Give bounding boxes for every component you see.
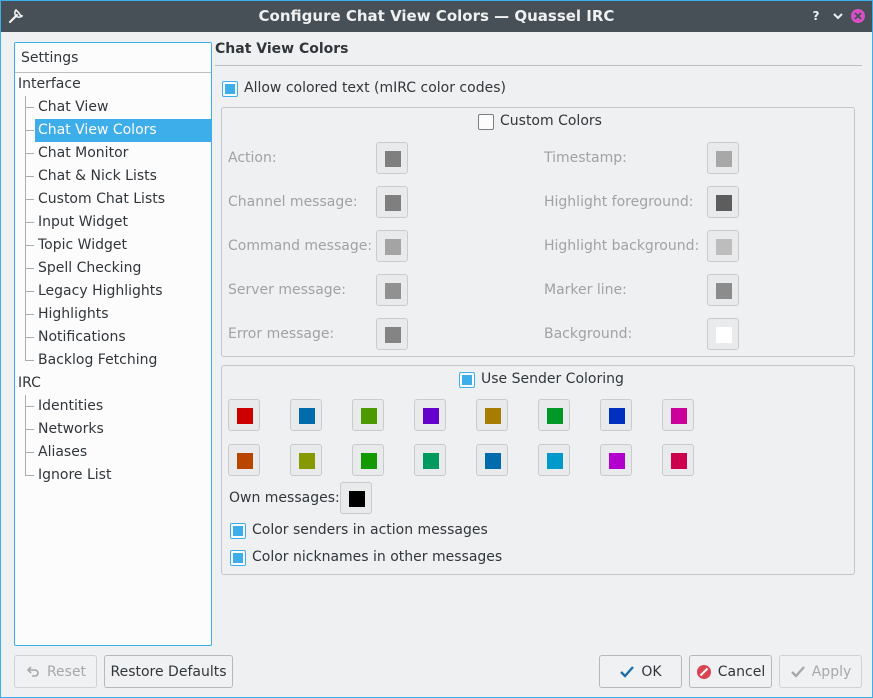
custom-colors-group [221, 107, 855, 357]
own-messages-color-button[interactable] [340, 482, 372, 514]
channel-message-color-button[interactable] [376, 186, 408, 218]
custom-colors-checkbox[interactable] [478, 114, 494, 130]
action-color-label: Action: [228, 150, 277, 166]
sender-color-button[interactable] [662, 399, 694, 431]
tree-item-topic-widget[interactable]: Topic Widget [38, 234, 127, 257]
sender-color-button[interactable] [662, 444, 694, 476]
sender-color-button[interactable] [600, 444, 632, 476]
own-messages-label: Own messages: [229, 490, 340, 506]
ok-label: OK [641, 663, 662, 680]
tree-item-chat-monitor[interactable]: Chat Monitor [38, 142, 128, 165]
cancel-label: Cancel [717, 663, 766, 680]
cancel-icon [696, 664, 711, 679]
sender-color-button[interactable] [290, 444, 322, 476]
tree-item-highlights[interactable]: Highlights [38, 303, 109, 326]
reset-label: Reset [46, 663, 87, 680]
marker-line-color-label: Marker line: [544, 282, 627, 298]
restore-defaults-button[interactable]: Restore Defaults [104, 655, 233, 688]
allow-colored-text-label[interactable]: Allow colored text (mIRC color codes) [244, 80, 506, 96]
reset-button[interactable]: Reset [14, 655, 97, 688]
highlight-foreground-color-button[interactable] [707, 186, 739, 218]
background-color-label: Background: [544, 326, 633, 342]
window-title: Configure Chat View Colors — Quassel IRC [258, 7, 615, 25]
tree-item-notifications[interactable]: Notifications [38, 326, 126, 349]
sender-color-button[interactable] [538, 399, 570, 431]
close-button[interactable] [851, 9, 865, 23]
tree-item-networks[interactable]: Networks [38, 418, 104, 441]
ok-button[interactable]: OK [599, 655, 682, 688]
tree-group-irc[interactable]: IRC [18, 372, 41, 395]
undo-icon [26, 665, 39, 677]
tree-item-chat-nick-lists[interactable]: Chat & Nick Lists [38, 165, 157, 188]
sender-color-button[interactable] [414, 444, 446, 476]
tree-item-chat-view[interactable]: Chat View [38, 96, 108, 119]
tree-header: Settings [15, 43, 211, 73]
timestamp-color-label: Timestamp: [544, 150, 627, 166]
server-message-color-label: Server message: [228, 282, 346, 298]
page-title: Chat View Colors [215, 41, 349, 57]
highlight-foreground-color-label: Highlight foreground: [544, 194, 694, 210]
error-message-color-label: Error message: [228, 326, 335, 342]
close-icon [854, 12, 862, 20]
action-color-button[interactable] [376, 142, 408, 174]
use-sender-coloring-checkbox[interactable] [459, 372, 475, 388]
allow-colored-text-checkbox[interactable] [222, 81, 238, 97]
checkmark-icon [620, 665, 635, 678]
settings-tree[interactable]: Settings Interface Chat View Chat View C… [14, 42, 212, 646]
title-divider [215, 65, 862, 66]
tree-item-ignore-list[interactable]: Ignore List [38, 464, 111, 487]
color-senders-action-checkbox[interactable] [230, 523, 246, 539]
command-message-color-button[interactable] [376, 230, 408, 262]
sender-color-button[interactable] [228, 399, 260, 431]
tree-item-identities[interactable]: Identities [38, 395, 103, 418]
restore-defaults-label: Restore Defaults [110, 663, 227, 680]
command-message-color-label: Command message: [228, 238, 373, 254]
sender-color-button[interactable] [476, 399, 508, 431]
help-button[interactable]: ? [809, 9, 823, 23]
color-nicknames-other-checkbox[interactable] [230, 550, 246, 566]
tree-item-backlog-fetching[interactable]: Backlog Fetching [38, 349, 157, 372]
apply-label: Apply [811, 663, 852, 680]
sender-color-button[interactable] [228, 444, 260, 476]
cancel-button[interactable]: Cancel [689, 655, 772, 688]
sender-color-button[interactable] [352, 399, 384, 431]
sender-color-button[interactable] [538, 444, 570, 476]
tree-item-aliases[interactable]: Aliases [38, 441, 87, 464]
tree-item-spell-checking[interactable]: Spell Checking [38, 257, 141, 280]
timestamp-color-button[interactable] [707, 142, 739, 174]
checkmark-icon [790, 665, 805, 678]
minimize-icon[interactable] [831, 9, 845, 23]
settings-dialog: Configure Chat View Colors — Quassel IRC… [0, 0, 873, 698]
channel-message-color-label: Channel message: [228, 194, 358, 210]
custom-colors-label[interactable]: Custom Colors [500, 113, 602, 129]
tree-item-legacy-highlights[interactable]: Legacy Highlights [38, 280, 163, 303]
background-color-button[interactable] [707, 318, 739, 350]
highlight-background-color-button[interactable] [707, 230, 739, 262]
title-bar[interactable]: Configure Chat View Colors — Quassel IRC… [1, 1, 872, 32]
use-sender-coloring-label[interactable]: Use Sender Coloring [481, 371, 624, 387]
color-nicknames-other-label[interactable]: Color nicknames in other messages [252, 549, 502, 565]
tree-item-input-widget[interactable]: Input Widget [38, 211, 128, 234]
tree-item-custom-chat-lists[interactable]: Custom Chat Lists [38, 188, 165, 211]
error-message-color-button[interactable] [376, 318, 408, 350]
highlight-background-color-label: Highlight background: [544, 238, 700, 254]
color-senders-action-label[interactable]: Color senders in action messages [252, 522, 488, 538]
sender-color-button[interactable] [414, 399, 446, 431]
tree-group-interface[interactable]: Interface [18, 73, 81, 96]
sender-color-button[interactable] [352, 444, 384, 476]
apply-button[interactable]: Apply [779, 655, 862, 688]
sender-color-button[interactable] [476, 444, 508, 476]
sender-color-button[interactable] [600, 399, 632, 431]
sender-color-button[interactable] [290, 399, 322, 431]
server-message-color-button[interactable] [376, 274, 408, 306]
marker-line-color-button[interactable] [707, 274, 739, 306]
tree-item-chat-view-colors[interactable]: Chat View Colors [35, 119, 211, 142]
